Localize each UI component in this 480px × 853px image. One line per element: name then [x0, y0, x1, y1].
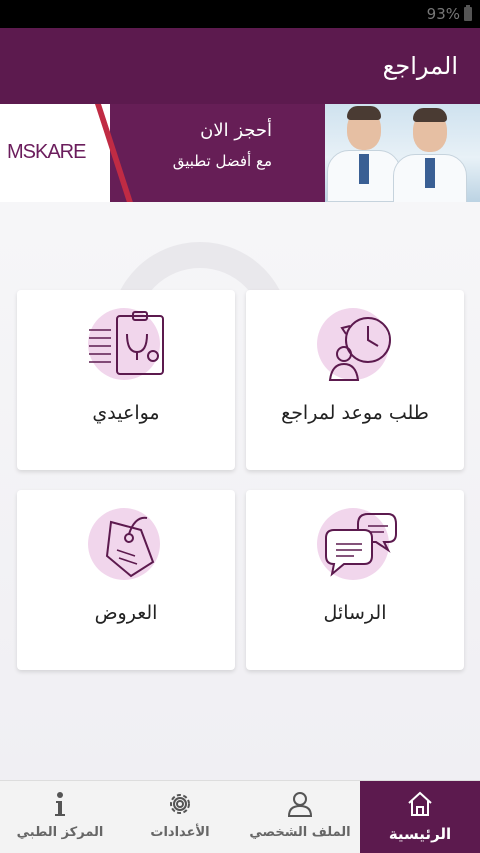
app-bar: المراجع: [0, 28, 480, 104]
nav-label: المركز الطبي: [16, 825, 104, 840]
nav-profile[interactable]: الملف الشخصي: [240, 781, 360, 853]
promo-banner[interactable]: MSKARE أحجز الان مع أفضل تطبيق: [0, 104, 480, 202]
chat-bubbles-icon: [325, 513, 397, 577]
clipboard-stethoscope-icon: [89, 311, 164, 375]
brand-logo: MSKARE: [7, 141, 86, 163]
banner-subline: مع أفضل تطبيق: [172, 152, 272, 170]
info-icon: [55, 792, 65, 816]
nav-label: الرئيسية: [388, 825, 452, 843]
banner-headline: أحجز الان: [200, 120, 272, 141]
price-tag-icon: [105, 516, 155, 578]
tile-my-appointments[interactable]: مواعيدي: [17, 290, 235, 470]
nav-label: الملف الشخصي: [249, 825, 351, 840]
doctors-photo: [305, 104, 480, 202]
nav-home[interactable]: الرئيسية: [360, 781, 480, 853]
user-icon: [287, 792, 313, 817]
home-icon: [408, 791, 432, 816]
tile-label: طلب موعد لمراجع: [281, 402, 429, 424]
tile-book-appointment[interactable]: طلب موعد لمراجع: [246, 290, 464, 470]
nav-label: الأعدادات: [150, 825, 210, 840]
gear-icon: [170, 794, 190, 814]
dashboard-content: طلب موعد لمراجع مواعيدي الرسائل العروض: [0, 202, 480, 780]
tile-label: الرسائل: [323, 602, 387, 624]
page-title: المراجع: [382, 52, 458, 80]
battery-icon: [464, 5, 472, 21]
tile-label: مواعيدي: [92, 402, 160, 424]
battery-percentage: 93%: [426, 5, 460, 23]
nav-medical-center[interactable]: المركز الطبي: [0, 781, 120, 853]
tile-offers[interactable]: العروض: [17, 490, 235, 670]
bottom-navigation: الرئيسية الملف الشخصي الأعدادات المركز ا…: [0, 780, 480, 853]
nav-settings[interactable]: الأعدادات: [120, 781, 240, 853]
tile-label: العروض: [94, 602, 158, 624]
clock-patient-icon: [328, 317, 391, 381]
tile-messages[interactable]: الرسائل: [246, 490, 464, 670]
status-bar: 93%: [0, 0, 480, 28]
